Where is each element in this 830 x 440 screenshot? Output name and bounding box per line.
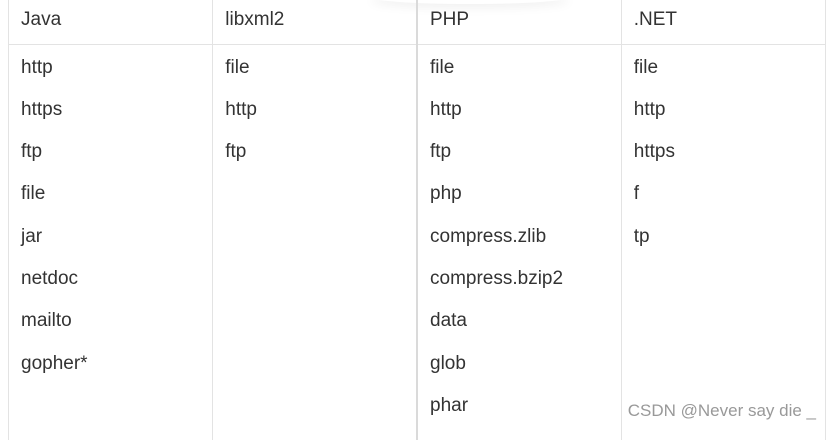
column-cell-dotnet: file http https f tp (620, 44, 827, 440)
column-cell-php: file http ftp php compress.zlib compress.bzip… (415, 44, 622, 440)
protocol-item: https (633, 141, 675, 163)
column-cell-libxml2: file http ftp (212, 44, 418, 440)
protocol-item: glob (430, 352, 466, 374)
protocol-item: http (225, 98, 257, 120)
protocol-item: https (21, 98, 63, 120)
protocol-item: tp (633, 225, 650, 247)
protocol-item: mailto (21, 310, 72, 332)
protocol-item: netdoc (21, 267, 79, 289)
protocol-item: ftp (430, 141, 452, 163)
protocol-item: ftp (225, 141, 247, 163)
protocol-item: file (21, 183, 46, 205)
table-body-row: http https ftp file jar netdoc mailto gopher* f… (7, 44, 827, 440)
protocol-item: jar (21, 225, 43, 247)
column-header-php: PHP (415, 0, 622, 45)
protocol-item: file (633, 56, 659, 78)
protocol-item: gopher* (21, 352, 88, 374)
csdn-watermark: CSDN @Never say die _ (627, 401, 816, 420)
protocol-item: http (21, 56, 53, 78)
protocol-item: f (633, 183, 640, 205)
protocol-item: data (430, 310, 467, 332)
protocol-item: php (430, 183, 462, 205)
table-header-row: Java libxml2 PHP .NET (7, 0, 827, 45)
protocol-item: http (430, 98, 462, 120)
protocol-item: compress.bzip2 (430, 267, 564, 289)
column-header-libxml2: libxml2 (212, 0, 418, 45)
protocol-item: phar (430, 394, 469, 416)
protocol-support-table: Java libxml2 PHP .NET http https ftp file ja… (7, 0, 827, 440)
protocol-item: file (430, 56, 455, 78)
column-header-java: Java (7, 0, 214, 45)
column-header-dotnet: .NET (620, 0, 827, 45)
column-cell-java: http https ftp file jar netdoc mailto gopher* (7, 44, 214, 440)
protocol-item: compress.zlib (430, 225, 547, 247)
protocol-item: ftp (21, 141, 43, 163)
protocol-item: http (633, 98, 666, 120)
protocol-item: file (225, 56, 250, 78)
